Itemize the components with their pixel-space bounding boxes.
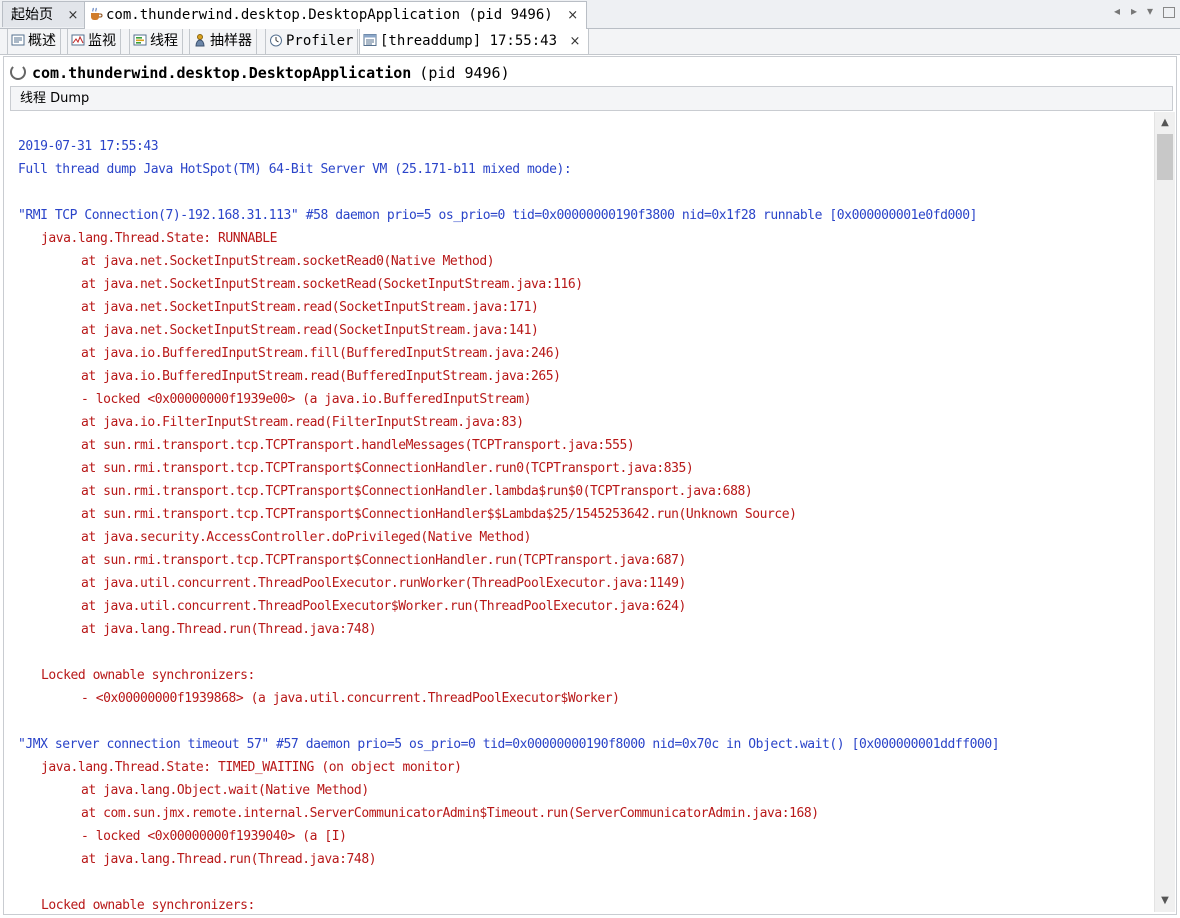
threaddump-icon — [363, 34, 377, 46]
dropdown-icon[interactable]: ▾ — [1147, 4, 1153, 18]
page-title: com.thunderwind.desktop.DesktopApplicati… — [10, 62, 510, 84]
tab-profiler[interactable]: Profiler — [265, 29, 359, 54]
dump-line: at java.security.AccessController.doPriv… — [81, 530, 531, 545]
tab-label: com.thunderwind.desktop.DesktopApplicati… — [106, 7, 553, 23]
loading-spinner-icon — [10, 64, 26, 80]
profiler-icon — [270, 34, 282, 47]
application-name: com.thunderwind.desktop.DesktopApplicati… — [32, 64, 412, 82]
scroll-up-arrow-icon[interactable]: ▲ — [1155, 114, 1175, 132]
tab-label: 概述 — [28, 33, 56, 49]
dump-line: Locked ownable synchronizers: — [41, 668, 255, 683]
tab-label: 线程 — [150, 33, 178, 49]
dump-line: at java.net.SocketInputStream.socketRead… — [81, 277, 583, 292]
dump-line: - locked <0x00000000f1939040> (a [I) — [81, 829, 347, 844]
tab-label: Profiler — [286, 33, 354, 49]
dump-line: "RMI TCP Connection(7)-192.168.31.113" #… — [18, 208, 977, 223]
close-icon[interactable]: × — [569, 30, 580, 54]
dump-line: at java.lang.Thread.run(Thread.java:748) — [81, 622, 377, 637]
dump-line: "JMX server connection timeout 57" #57 d… — [18, 737, 1000, 752]
dump-line: Full thread dump Java HotSpot(TM) 64-Bit… — [18, 162, 572, 177]
dump-line: at java.lang.Thread.run(Thread.java:748) — [81, 852, 377, 867]
dump-line: at sun.rmi.transport.tcp.TCPTransport.ha… — [81, 438, 635, 453]
threads-icon — [133, 34, 147, 46]
tab-sampler[interactable]: 抽样器 — [189, 29, 257, 54]
sampler-icon — [195, 34, 205, 47]
tab-application[interactable]: com.thunderwind.desktop.DesktopApplicati… — [84, 1, 588, 29]
dump-line: Locked ownable synchronizers: — [41, 898, 255, 912]
scroll-right-icon[interactable]: ▸ — [1131, 4, 1137, 18]
dump-line: 2019-07-31 17:55:43 — [18, 139, 159, 154]
overview-icon — [11, 34, 25, 46]
tab-label: 抽样器 — [210, 33, 252, 49]
dump-line: at java.net.SocketInputStream.read(Socke… — [81, 300, 539, 315]
vertical-scrollbar[interactable]: ▲ ▼ — [1154, 112, 1175, 912]
close-icon[interactable]: × — [567, 3, 578, 29]
tab-threaddump[interactable]: [threaddump] 17:55:43 × — [359, 29, 590, 54]
dump-line: at sun.rmi.transport.tcp.TCPTransport$Co… — [81, 484, 753, 499]
tab-overview[interactable]: 概述 — [7, 29, 61, 54]
scrollbar-thumb[interactable] — [1157, 134, 1173, 180]
dump-line: at java.net.SocketInputStream.read(Socke… — [81, 323, 539, 338]
dump-line: - <0x00000000f1939868> (a java.util.conc… — [81, 691, 620, 706]
close-icon[interactable]: × — [67, 3, 78, 29]
tab-label: 监视 — [88, 33, 116, 49]
document-tab-bar: 起始页 × com.thunderwind.desktop.DesktopApp… — [0, 0, 1180, 29]
maximize-icon[interactable] — [1163, 7, 1175, 18]
section-title: 线程 Dump — [20, 91, 90, 106]
view-tab-bar: 概述 监视 线程 抽样器 Profiler [threaddump] 17:55… — [0, 29, 1180, 55]
section-header: 线程 Dump — [10, 86, 1173, 111]
tab-start-page[interactable]: 起始页 × — [2, 1, 88, 29]
tab-label: 起始页 — [11, 7, 53, 23]
dump-line: java.lang.Thread.State: RUNNABLE — [41, 231, 278, 246]
dump-line: at sun.rmi.transport.tcp.TCPTransport$Co… — [81, 507, 797, 522]
scroll-down-arrow-icon[interactable]: ▼ — [1155, 892, 1175, 910]
tab-monitor[interactable]: 监视 — [67, 29, 121, 54]
dump-line: - locked <0x00000000f1939e00> (a java.io… — [81, 392, 531, 407]
thread-dump-lines: 2019-07-31 17:55:43 Full thread dump Java… — [18, 135, 1148, 912]
tab-label: [threaddump] 17:55:43 — [380, 33, 558, 49]
coffee-cup-icon — [91, 7, 103, 20]
process-id: (pid 9496) — [419, 64, 510, 82]
dump-line: at java.io.BufferedInputStream.read(Buff… — [81, 369, 561, 384]
dump-line: at sun.rmi.transport.tcp.TCPTransport$Co… — [81, 461, 694, 476]
dump-line: at sun.rmi.transport.tcp.TCPTransport$Co… — [81, 553, 686, 568]
dump-line: at java.net.SocketInputStream.socketRead… — [81, 254, 495, 269]
dump-line: at java.util.concurrent.ThreadPoolExecut… — [81, 599, 686, 614]
dump-line: at com.sun.jmx.remote.internal.ServerCom… — [81, 806, 819, 821]
monitor-icon — [71, 34, 85, 46]
scroll-left-icon[interactable]: ◂ — [1114, 4, 1120, 18]
dump-line: at java.util.concurrent.ThreadPoolExecut… — [81, 576, 686, 591]
dump-line: at java.io.FilterInputStream.read(Filter… — [81, 415, 524, 430]
tab-threads[interactable]: 线程 — [129, 29, 183, 54]
thread-dump-text-area[interactable]: 2019-07-31 17:55:43 Full thread dump Java… — [4, 112, 1154, 912]
dump-line: at java.io.BufferedInputStream.fill(Buff… — [81, 346, 561, 361]
dump-line: java.lang.Thread.State: TIMED_WAITING (o… — [41, 760, 462, 775]
dump-line: at java.lang.Object.wait(Native Method) — [81, 783, 369, 798]
